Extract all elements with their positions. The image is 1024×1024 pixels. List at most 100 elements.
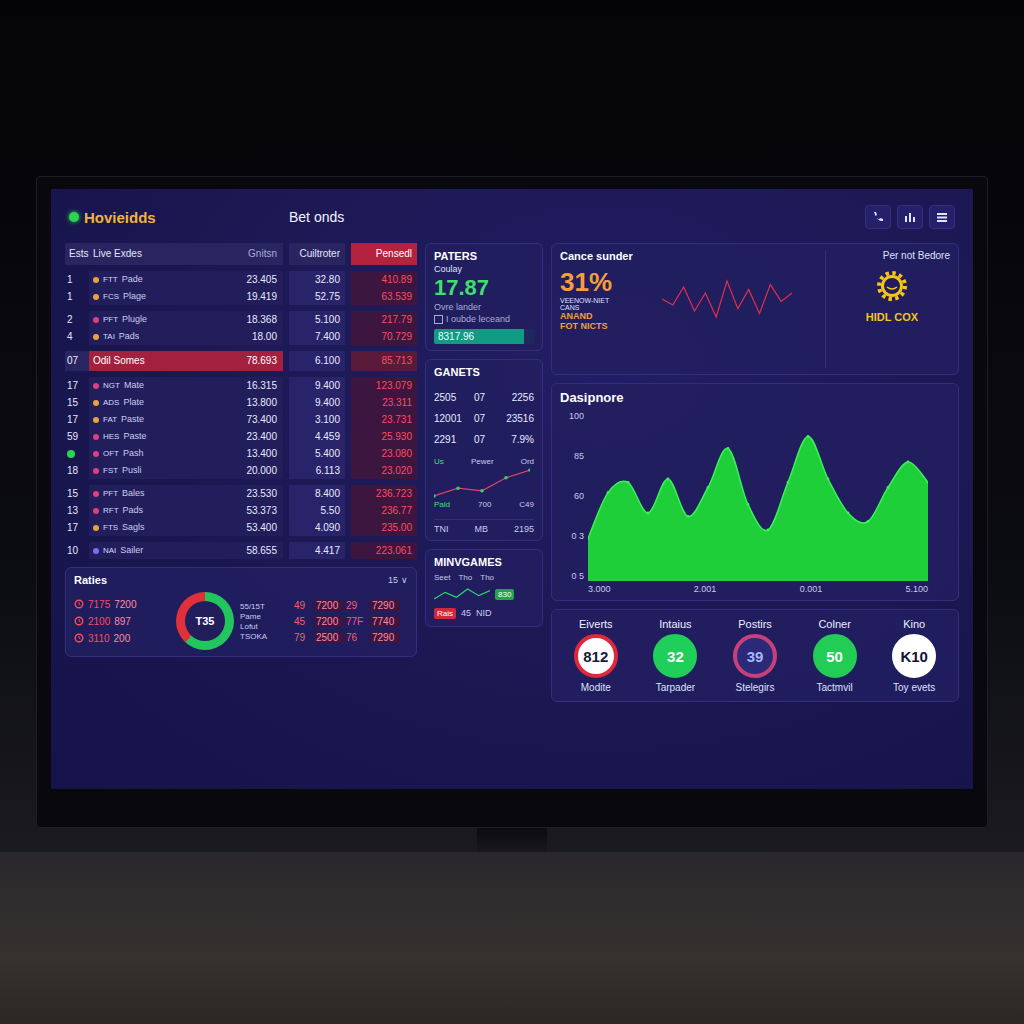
events-card: Eiverts812ModiteIntaius32TarpaderPostirs… [551, 609, 959, 702]
odds-cell[interactable]: 23.020 [345, 462, 417, 479]
event-item[interactable]: Colner50Tactmvil [797, 618, 873, 693]
minigame-row[interactable]: Rais45NID [434, 606, 534, 620]
table-row[interactable]: 13RFTPads53.3735.50236.77 [65, 502, 417, 519]
row-group: 2PFTPlugle18.3685.100217.794TAIPads18.00… [65, 311, 417, 345]
minigame-row[interactable]: 830 [434, 587, 534, 601]
progress-bar: 8317.96 [434, 329, 534, 344]
column-header[interactable]: Gnitsn [223, 243, 283, 265]
data-point [667, 478, 670, 481]
raties-card: Raties15∨7175720021008973110200T3555/15T… [65, 567, 417, 657]
table-row[interactable]: 10NAISailer58.6554.417223.061 [65, 542, 417, 559]
odds-cell[interactable]: 235.00 [345, 519, 417, 536]
row-group: 17NGTMate16.3159.400123.07915ADSPlate13.… [65, 377, 417, 479]
section-name: Odil Somes [89, 351, 223, 371]
list-button[interactable] [929, 205, 955, 229]
raties-list: 71757200 2100897 3110200 [74, 599, 170, 644]
odds-cell[interactable]: 70.729 [345, 328, 417, 345]
monitor-stand [36, 828, 988, 852]
odds-cell[interactable]: 23.080 [345, 445, 417, 462]
phone-icon [871, 210, 885, 224]
left-column: EstsLive ExdesGnitsnCuiltroterPensedl 1FT… [65, 243, 417, 702]
event-item[interactable]: Postirs39Stelegirs [717, 618, 793, 693]
rank-cell: 2 [65, 311, 89, 328]
clock-icon [74, 599, 84, 609]
value-cell: 5.400 [283, 445, 345, 462]
event-item[interactable]: KinoK10Toy evets [876, 618, 952, 693]
odds-cell[interactable]: 236.723 [345, 485, 417, 502]
table-row[interactable]: 1FCSPlage19.41952.7563.539 [65, 288, 417, 305]
name-cell: HESPaste [89, 428, 223, 445]
name-cell: PFTPlugle [89, 311, 223, 328]
raties-item[interactable]: 71757200 [74, 599, 170, 610]
checkbox-row[interactable]: I oubde leceand [434, 314, 534, 324]
logo-icon [69, 212, 79, 222]
odds-cell[interactable]: 410.89 [345, 271, 417, 288]
odds-cell[interactable]: 25.930 [345, 428, 417, 445]
data-point [647, 512, 650, 515]
event-item[interactable]: Intaius32Tarpader [638, 618, 714, 693]
percent-value: 31% [560, 268, 652, 297]
odds-cell[interactable]: 223.061 [345, 542, 417, 559]
checkbox[interactable] [434, 315, 443, 324]
card-title: MINVGAMES [434, 556, 534, 568]
data-point [687, 515, 690, 518]
raties-item[interactable]: 3110200 [74, 633, 170, 644]
table-row[interactable]: 2PFTPlugle18.3685.100217.79 [65, 311, 417, 328]
table-row[interactable]: 1FTTPade23.40532.80410.89 [65, 271, 417, 288]
column-header[interactable]: Pensedl [345, 243, 417, 265]
status-dot [93, 525, 99, 531]
raties-item[interactable]: 2100897 [74, 616, 170, 627]
value-cell: 5.50 [283, 502, 345, 519]
table-row[interactable]: 4TAIPads18.007.40070.729 [65, 328, 417, 345]
value-cell: 7.400 [283, 328, 345, 345]
odds-cell[interactable]: 23.731 [345, 411, 417, 428]
table-row[interactable]: 17FTSSagls53.4004.090235.00 [65, 519, 417, 536]
chart-body: 10085600 30 5 [560, 411, 950, 581]
event-label: Kino [903, 618, 925, 630]
raties-cell: 49 [294, 600, 312, 611]
odds-cell[interactable]: 123.079 [345, 377, 417, 394]
column-header[interactable]: Live Exdes [89, 243, 223, 265]
top-bar: HovieiddsBet onds [65, 197, 959, 237]
table-row[interactable]: 17FATPaste73.4003.10023.731 [65, 411, 417, 428]
stats-button[interactable] [897, 205, 923, 229]
summary-note: CANS [560, 304, 652, 311]
middle-column: PATERSCoulay17.87Ovre landerI oubde lece… [425, 243, 543, 702]
odds-cell[interactable]: 236.77 [345, 502, 417, 519]
name-cell: NAISailer [89, 542, 223, 559]
column-header[interactable]: Ests [65, 243, 89, 265]
table-row[interactable]: OFTPash13.4005.40023.080 [65, 445, 417, 462]
event-item[interactable]: Eiverts812Modite [558, 618, 634, 693]
table-row[interactable]: 17NGTMate16.3159.400123.079 [65, 377, 417, 394]
value-cell: 52.75 [283, 288, 345, 305]
ganets-row[interactable]: 2291077.9% [434, 434, 534, 445]
table-row[interactable]: 15ADSPlate13.8009.40023.311 [65, 394, 417, 411]
table-row[interactable]: 18FSTPusli20.0006.11323.020 [65, 462, 417, 479]
monitor: HovieiddsBet onds EstsLive ExdesGnitsnCui… [36, 176, 988, 828]
brand-logo[interactable]: Hovieidds [69, 209, 269, 226]
table-row[interactable]: 15PFTBales23.5308.400236.723 [65, 485, 417, 502]
event-caption: Tactmvil [817, 682, 853, 693]
odds-cell[interactable]: 23.311 [345, 394, 417, 411]
phone-button[interactable] [865, 205, 891, 229]
table-row[interactable]: 59HESPaste23.4004.45925.930 [65, 428, 417, 445]
event-label: Postirs [738, 618, 772, 630]
section-row[interactable]: 07Odil Somes78.6936.10085.713 [65, 351, 417, 371]
donut-label: T35 [185, 601, 225, 641]
summary-content: 31%VEENOW-NIETCANSANANDFOT NICTS [560, 268, 817, 331]
area-chart-card: Dasipnore10085600 30 53.0002.0010.0015.1… [551, 383, 959, 601]
odds-cell[interactable]: 63.539 [345, 288, 417, 305]
value-cell: 53.373 [223, 502, 283, 519]
trend-line [434, 468, 530, 498]
ganets-row[interactable]: 2505072256 [434, 392, 534, 403]
column-header[interactable]: Cuiltroter [283, 243, 345, 265]
card-title: GANETS [434, 366, 534, 378]
toolbar [865, 205, 955, 229]
odds-cell[interactable]: 217.79 [345, 311, 417, 328]
status-dot [93, 417, 99, 423]
filter-dropdown[interactable]: 15∨ [388, 575, 408, 585]
ganets-row[interactable]: 120010723516 [434, 413, 534, 424]
row-group: 15PFTBales23.5308.400236.72313RFTPads53.… [65, 485, 417, 536]
event-label: Eiverts [579, 618, 613, 630]
minigames-header: SeetThoTho [434, 573, 534, 582]
